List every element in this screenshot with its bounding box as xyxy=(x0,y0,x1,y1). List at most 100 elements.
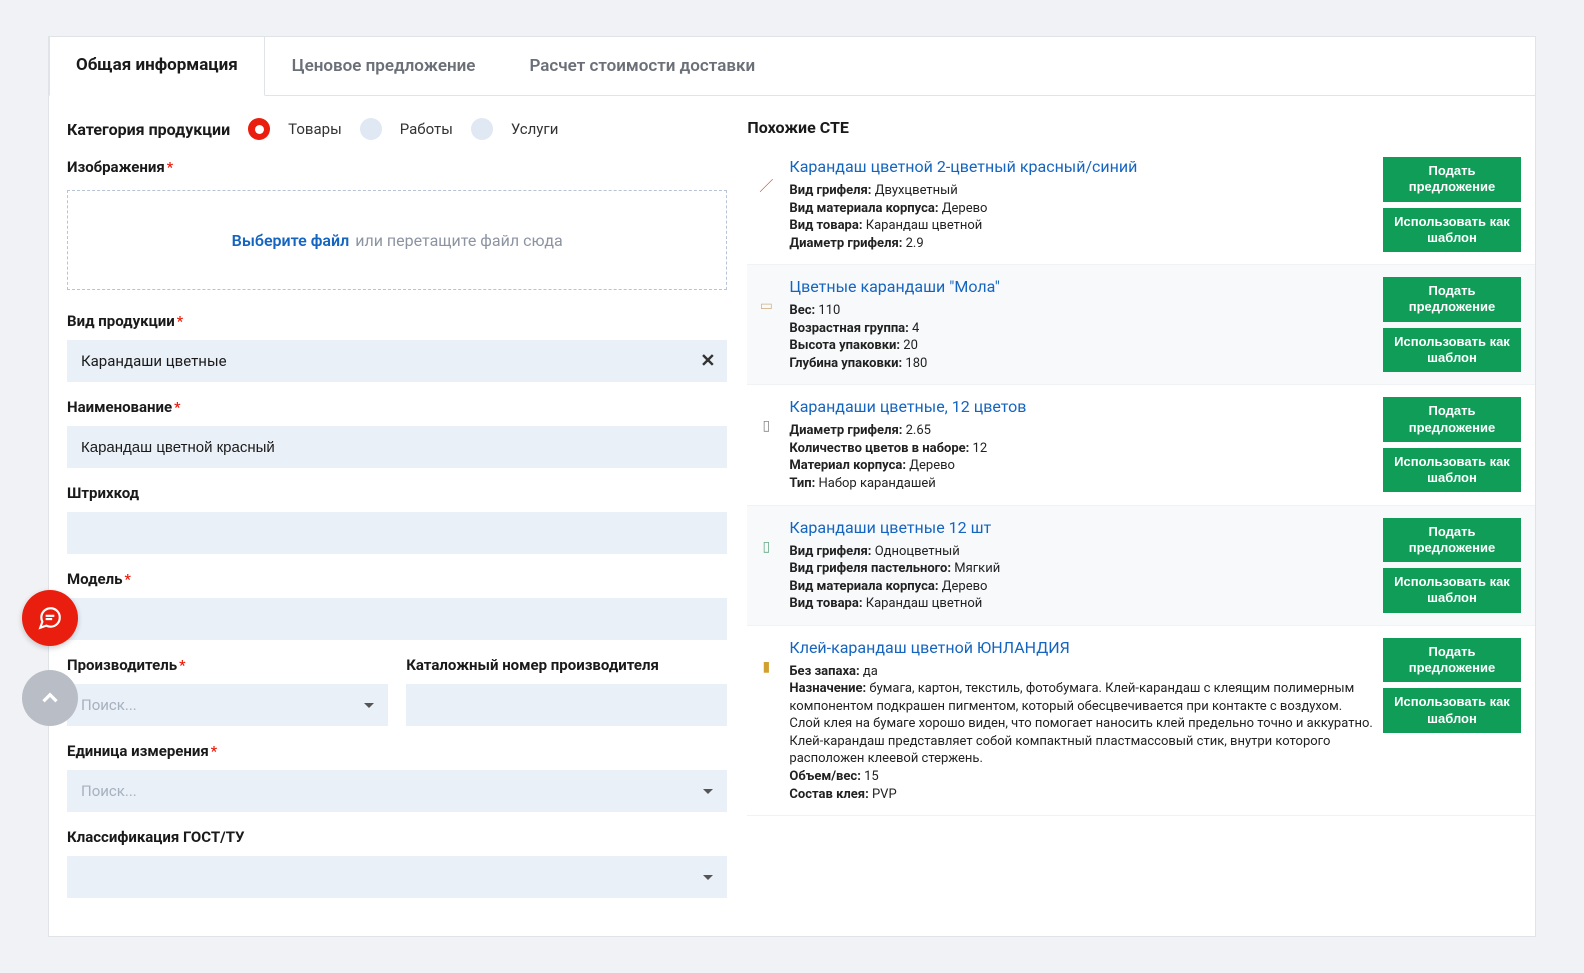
similar-item: ▯Карандаши цветные 12 штВид грифеля: Одн… xyxy=(747,506,1535,626)
item-thumb-icon: ／ xyxy=(753,157,779,207)
unit-select[interactable]: Поиск... xyxy=(67,770,727,812)
clear-product-type-icon[interactable]: ✕ xyxy=(700,351,715,372)
use-template-button[interactable]: Использовать как шаблон xyxy=(1383,208,1521,253)
images-label: Изображения xyxy=(67,158,165,176)
submit-offer-button[interactable]: Подать предложение xyxy=(1383,277,1521,322)
radio-works-label: Работы xyxy=(400,120,453,138)
item-title-link[interactable]: Карандаши цветные 12 шт xyxy=(789,518,1373,537)
item-actions: Подать предложение Использовать как шабло… xyxy=(1383,277,1521,372)
item-title-link[interactable]: Карандаш цветной 2-цветный красный/синий xyxy=(789,157,1373,176)
required-mark: * xyxy=(211,744,217,760)
similar-item: ▮ Клей-карандаш цветной ЮНЛАНДИЯ Без запах… xyxy=(747,626,1535,816)
item-attr: Объем/вес: 15 xyxy=(789,768,1373,786)
tab-price[interactable]: Ценовое предложение xyxy=(265,37,503,95)
tabs: Общая информация Ценовое предложение Рас… xyxy=(49,37,1535,95)
dropzone-hint: или перетащите файл сюда xyxy=(355,231,563,250)
item-attr: Диаметр грифеля: 2.65 xyxy=(789,422,1373,440)
item-body: Карандаши цветные, 12 цветов Диаметр гриф… xyxy=(789,397,1373,492)
item-actions: Подать предложение Использовать как шабло… xyxy=(1383,638,1521,733)
required-mark: * xyxy=(125,572,131,588)
item-actions: Подать предложение Использовать как шабло… xyxy=(1383,157,1521,252)
item-body: Карандаш цветной 2-цветный красный/синий… xyxy=(789,157,1373,252)
chevron-down-icon xyxy=(364,703,374,708)
chevron-up-icon xyxy=(37,685,63,711)
tab-general[interactable]: Общая информация xyxy=(49,37,265,96)
submit-offer-button[interactable]: Подать предложение xyxy=(1383,638,1521,683)
scroll-top-fab[interactable] xyxy=(22,670,78,726)
submit-offer-button[interactable]: Подать предложение xyxy=(1383,397,1521,442)
radio-services-label: Услуги xyxy=(511,120,559,138)
similar-item: ▭Цветные карандаши "Мола"Вес: 110Возраст… xyxy=(747,265,1535,385)
item-body: Клей-карандаш цветной ЮНЛАНДИЯ Без запаха… xyxy=(789,638,1373,803)
gost-label: Классификация ГОСТ/ТУ xyxy=(67,828,244,846)
catalog-num-label: Каталожный номер производителя xyxy=(406,656,659,674)
item-title-link[interactable]: Клей-карандаш цветной ЮНЛАНДИЯ xyxy=(789,638,1373,657)
right-column: Похожие СТЕ ／Карандаш цветной 2-цветный … xyxy=(747,96,1535,936)
similar-item: ▯ Карандаши цветные, 12 цветов Диаметр гри… xyxy=(747,385,1535,505)
catalog-num-block: Каталожный номер производителя xyxy=(406,656,727,726)
barcode-input[interactable] xyxy=(67,512,727,554)
radio-works[interactable] xyxy=(360,118,382,140)
gost-block: Классификация ГОСТ/ТУ xyxy=(67,828,727,898)
radio-services[interactable] xyxy=(471,118,493,140)
item-thumb-icon: ▯ xyxy=(753,397,779,447)
barcode-block: Штрихкод xyxy=(67,484,727,554)
submit-offer-button[interactable]: Подать предложение xyxy=(1383,518,1521,563)
name-input[interactable] xyxy=(67,426,727,468)
chevron-down-icon xyxy=(703,875,713,880)
tab-shipping[interactable]: Расчет стоимости доставки xyxy=(502,37,782,95)
item-attr: Высота упаковки: 20 xyxy=(789,337,1373,355)
item-actions: Подать предложение Использовать как шабло… xyxy=(1383,397,1521,492)
name-label: Наименование xyxy=(67,398,172,416)
similar-item: ／Карандаш цветной 2-цветный красный/сини… xyxy=(747,145,1535,265)
radio-goods-label: Товары xyxy=(288,120,342,138)
item-attr: Вид материала корпуса: Дерево xyxy=(789,578,1373,596)
catalog-num-input[interactable] xyxy=(406,684,727,726)
similar-header: Похожие СТЕ xyxy=(747,118,1535,145)
item-attr: Возрастная группа: 4 xyxy=(789,320,1373,338)
required-mark: * xyxy=(167,160,173,176)
item-title-link[interactable]: Цветные карандаши "Мола" xyxy=(789,277,1373,296)
model-block: Модель* xyxy=(67,570,727,640)
product-type-block: Вид продукции* Карандаши цветные ✕ xyxy=(67,312,727,382)
item-attr: Тип: Набор карандашей xyxy=(789,475,1373,493)
model-label: Модель xyxy=(67,570,123,588)
product-type-input[interactable]: Карандаши цветные xyxy=(67,340,727,382)
similar-list: ／Карандаш цветной 2-цветный красный/сини… xyxy=(747,145,1535,816)
chevron-down-icon xyxy=(703,789,713,794)
content-area: Категория продукции Товары Работы Услуги… xyxy=(49,95,1535,936)
gost-select[interactable] xyxy=(67,856,727,898)
required-mark: * xyxy=(179,658,185,674)
use-template-button[interactable]: Использовать как шаблон xyxy=(1383,448,1521,493)
radio-goods[interactable] xyxy=(248,118,270,140)
use-template-button[interactable]: Использовать как шаблон xyxy=(1383,688,1521,733)
item-attr: Диаметр грифеля: 2.9 xyxy=(789,235,1373,253)
item-thumb-icon: ▯ xyxy=(753,518,779,568)
use-template-button[interactable]: Использовать как шаблон xyxy=(1383,328,1521,373)
model-input[interactable] xyxy=(67,598,727,640)
unit-block: Единица измерения* Поиск... xyxy=(67,742,727,812)
manufacturer-select[interactable]: Поиск... xyxy=(67,684,388,726)
item-attr: Глубина упаковки: 180 xyxy=(789,355,1373,373)
item-thumb-icon: ▮ xyxy=(753,638,779,688)
item-body: Цветные карандаши "Мола"Вес: 110Возрастн… xyxy=(789,277,1373,372)
category-label: Категория продукции xyxy=(67,120,230,139)
category-row: Категория продукции Товары Работы Услуги xyxy=(67,118,727,140)
item-thumb-icon: ▭ xyxy=(753,277,779,327)
item-attr: Без запаха: да xyxy=(789,663,1373,681)
name-block: Наименование* xyxy=(67,398,727,468)
item-title-link[interactable]: Карандаши цветные, 12 цветов xyxy=(789,397,1373,416)
submit-offer-button[interactable]: Подать предложение xyxy=(1383,157,1521,202)
choose-file-link[interactable]: Выберите файл xyxy=(232,231,350,250)
images-block: Изображения* Выберите файл или перетащит… xyxy=(67,158,727,290)
manufacturer-placeholder: Поиск... xyxy=(81,696,137,714)
manufacturer-label: Производитель xyxy=(67,656,177,674)
item-attr: Вид товара: Карандаш цветной xyxy=(789,217,1373,235)
images-dropzone[interactable]: Выберите файл или перетащите файл сюда xyxy=(67,190,727,290)
item-attr: Материал корпуса: Дерево xyxy=(789,457,1373,475)
chat-fab[interactable] xyxy=(22,590,78,646)
item-actions: Подать предложение Использовать как шабло… xyxy=(1383,518,1521,613)
item-attr: Назначение: бумага, картон, текстиль, фо… xyxy=(789,680,1373,768)
use-template-button[interactable]: Использовать как шаблон xyxy=(1383,568,1521,613)
unit-placeholder: Поиск... xyxy=(81,782,137,800)
